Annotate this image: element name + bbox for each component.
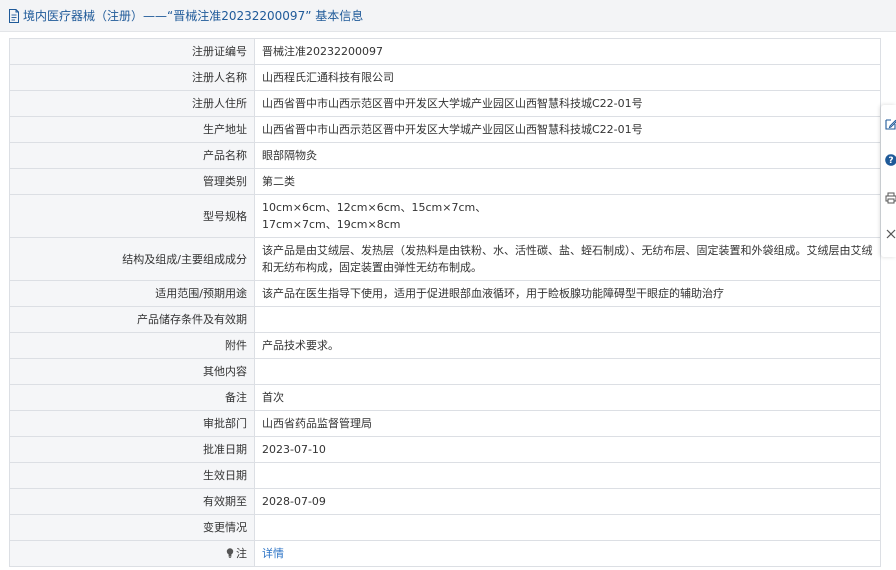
field-value: 2023-07-10 [254, 436, 881, 463]
field-label: 管理类别 [9, 168, 255, 195]
field-value [254, 306, 881, 333]
details-link[interactable]: 详情 [262, 547, 284, 560]
field-label: 变更情况 [9, 514, 255, 541]
note-label-cell: 注 [9, 540, 255, 567]
field-label: 结构及组成/主要组成成分 [9, 237, 255, 281]
field-label: 审批部门 [9, 410, 255, 437]
edit-icon[interactable] [885, 117, 896, 131]
table-row: 生效日期 [9, 462, 881, 489]
table-row: 注册证编号 晋械注准20232200097 [9, 38, 881, 65]
page-header: 境内医疗器械（注册）——“晋械注准20232200097” 基本信息 [0, 0, 896, 32]
note-label: 注 [236, 547, 247, 560]
table-row: 产品名称 眼部隔物灸 [9, 142, 881, 169]
field-value [254, 462, 881, 489]
table-row: 其他内容 [9, 358, 881, 385]
field-value [254, 514, 881, 541]
field-value [254, 358, 881, 385]
table-row: 结构及组成/主要组成成分 该产品是由艾绒层、发热层（发热料是由铁粉、水、活性碳、… [9, 237, 881, 281]
table-row: 产品储存条件及有效期 [9, 306, 881, 333]
field-label: 其他内容 [9, 358, 255, 385]
table-row: 管理类别 第二类 [9, 168, 881, 195]
table-row: 型号规格 10cm×6cm、12cm×6cm、15cm×7cm、 17cm×7c… [9, 194, 881, 238]
field-value: 10cm×6cm、12cm×6cm、15cm×7cm、 17cm×7cm、19c… [254, 194, 881, 238]
field-value: 山西省晋中市山西示范区晋中开发区大学城产业园区山西智慧科技城C22-01号 [254, 116, 881, 143]
field-label: 生产地址 [9, 116, 255, 143]
table-row: 备注 首次 [9, 384, 881, 411]
table-row: 批准日期 2023-07-10 [9, 436, 881, 463]
field-label: 批准日期 [9, 436, 255, 463]
field-label: 备注 [9, 384, 255, 411]
table-row: 变更情况 [9, 514, 881, 541]
field-label: 注册人住所 [9, 90, 255, 117]
table-row: 适用范围/预期用途 该产品在医生指导下使用，适用于促进眼部血液循环，用于睑板腺功… [9, 280, 881, 307]
field-label: 有效期至 [9, 488, 255, 515]
field-value: 山西程氏汇通科技有限公司 [254, 64, 881, 91]
page-title: 境内医疗器械（注册）——“晋械注准20232200097” 基本信息 [23, 9, 364, 23]
field-value: 晋械注准20232200097 [254, 38, 881, 65]
note-row: 注 详情 [9, 540, 881, 567]
svg-text:?: ? [888, 156, 893, 166]
field-value: 首次 [254, 384, 881, 411]
field-label: 注册证编号 [9, 38, 255, 65]
field-value: 2028-07-09 [254, 488, 881, 515]
info-table: 注册证编号 晋械注准20232200097 注册人名称 山西程氏汇通科技有限公司… [9, 38, 881, 567]
table-row: 附件 产品技术要求。 [9, 332, 881, 359]
field-value: 该产品是由艾绒层、发热层（发热料是由铁粉、水、活性碳、盐、蛭石制成）、无纺布层、… [254, 237, 881, 281]
field-label: 附件 [9, 332, 255, 359]
table-row: 审批部门 山西省药品监督管理局 [9, 410, 881, 437]
field-value: 眼部隔物灸 [254, 142, 881, 169]
table-row: 注册人名称 山西程氏汇通科技有限公司 [9, 64, 881, 91]
field-value: 第二类 [254, 168, 881, 195]
table-row: 有效期至 2028-07-09 [9, 488, 881, 515]
field-label: 生效日期 [9, 462, 255, 489]
note-value-cell: 详情 [254, 540, 881, 567]
close-icon[interactable] [885, 227, 896, 241]
lightbulb-icon [226, 548, 234, 558]
field-label: 适用范围/预期用途 [9, 280, 255, 307]
field-value: 山西省晋中市山西示范区晋中开发区大学城产业园区山西智慧科技城C22-01号 [254, 90, 881, 117]
field-value: 产品技术要求。 [254, 332, 881, 359]
field-label: 注册人名称 [9, 64, 255, 91]
field-value: 该产品在医生指导下使用，适用于促进眼部血液循环，用于睑板腺功能障碍型干眼症的辅助… [254, 280, 881, 307]
print-icon[interactable] [885, 191, 896, 205]
field-label: 产品名称 [9, 142, 255, 169]
table-row: 注册人住所 山西省晋中市山西示范区晋中开发区大学城产业园区山西智慧科技城C22-… [9, 90, 881, 117]
field-label: 产品储存条件及有效期 [9, 306, 255, 333]
field-label: 型号规格 [9, 194, 255, 238]
table-row: 生产地址 山西省晋中市山西示范区晋中开发区大学城产业园区山西智慧科技城C22-0… [9, 116, 881, 143]
document-icon [9, 8, 19, 23]
field-value: 山西省药品监督管理局 [254, 410, 881, 437]
side-toolbar: ? [881, 105, 896, 257]
help-icon[interactable]: ? [885, 153, 896, 167]
